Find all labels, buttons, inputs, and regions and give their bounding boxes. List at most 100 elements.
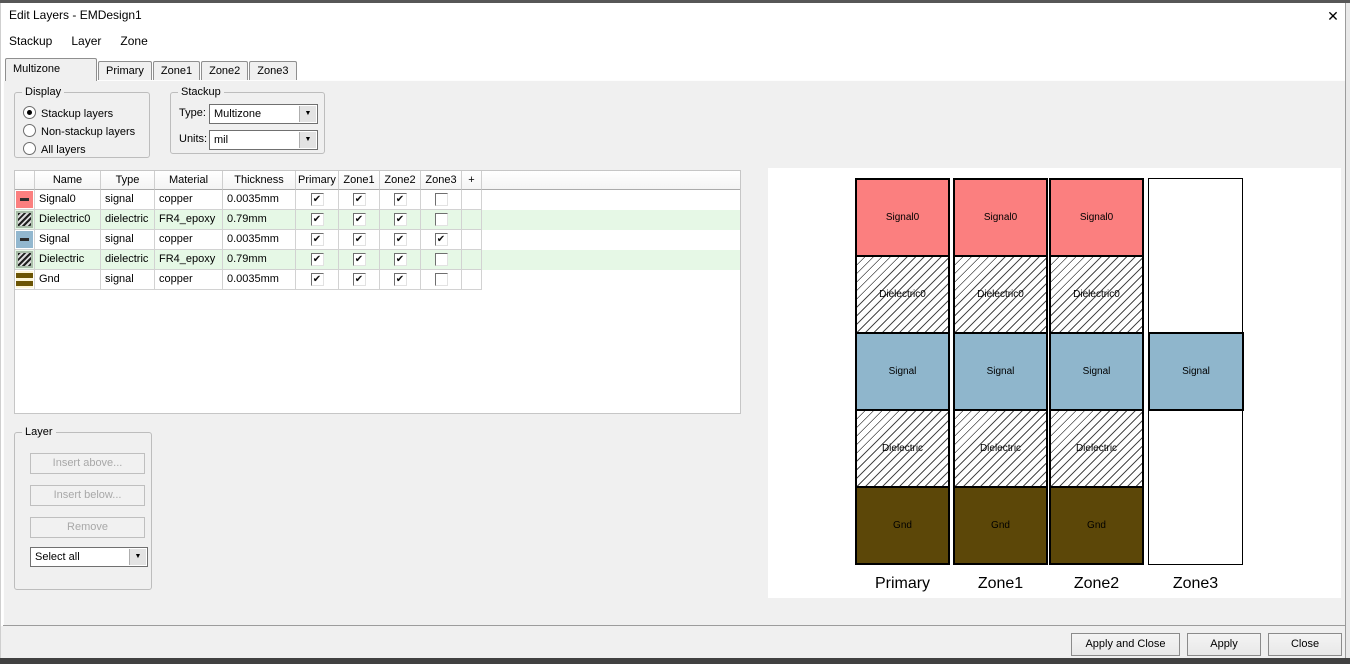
radio-option-non-stackup-layers[interactable]: Non-stackup layers bbox=[23, 124, 135, 138]
insert-below-button[interactable]: Insert below... bbox=[30, 485, 145, 506]
menu-bar: Stackup Layer Zone bbox=[0, 31, 158, 52]
column-header-filler bbox=[482, 171, 740, 190]
layer-block-dielectric: Dielectric bbox=[1049, 409, 1144, 488]
tab-primary[interactable]: Primary bbox=[98, 61, 152, 81]
checkbox-zone1[interactable]: ✔ bbox=[352, 193, 366, 206]
apply-and-close-button[interactable]: Apply and Close bbox=[1071, 633, 1180, 656]
checkbox-primary[interactable]: ✔ bbox=[310, 213, 324, 226]
close-button[interactable]: Close bbox=[1268, 633, 1342, 656]
layer-color-cell[interactable] bbox=[15, 230, 35, 250]
column-header-icon bbox=[15, 171, 35, 190]
checkbox-zone1[interactable]: ✔ bbox=[352, 233, 366, 246]
apply-button[interactable]: Apply bbox=[1187, 633, 1261, 656]
cell-type[interactable]: dielectric bbox=[101, 250, 155, 270]
menu-layer[interactable]: Layer bbox=[62, 31, 111, 51]
checkbox-zone3[interactable] bbox=[434, 193, 448, 206]
layer-block-signal0: Signal0 bbox=[855, 178, 950, 257]
checkbox-primary[interactable]: ✔ bbox=[310, 233, 324, 246]
chevron-down-icon[interactable]: ▼ bbox=[129, 549, 146, 565]
layer-color-cell[interactable] bbox=[15, 190, 35, 210]
gnd-layer-icon bbox=[16, 271, 33, 288]
units-dropdown-value: mil bbox=[214, 134, 229, 146]
table-row: Signal signal copper 0.0035mm ✔ ✔ ✔ ✔ bbox=[15, 230, 740, 250]
checkbox-zone3[interactable] bbox=[434, 253, 448, 266]
radio-icon[interactable] bbox=[23, 142, 36, 155]
cell-name[interactable]: Gnd bbox=[35, 270, 101, 290]
checkbox-zone3[interactable]: ✔ bbox=[434, 233, 448, 246]
close-icon[interactable]: ✕ bbox=[1322, 5, 1344, 27]
tab-zone3[interactable]: Zone3 bbox=[249, 61, 297, 81]
cell-thickness[interactable]: 0.79mm bbox=[223, 250, 296, 270]
checkbox-zone3[interactable] bbox=[434, 213, 448, 226]
display-groupbox: Display Stackup layers Non-stackup layer… bbox=[14, 85, 150, 158]
cell-material[interactable]: FR4_epoxy bbox=[155, 210, 223, 230]
cell-type[interactable]: signal bbox=[101, 230, 155, 250]
stack-column-zone2: Signal0 Dielectric0 Signal Dielectric Gnd bbox=[1049, 178, 1144, 565]
radio-icon[interactable] bbox=[23, 106, 36, 119]
cell-plus bbox=[462, 210, 482, 230]
radio-option-stackup-layers[interactable]: Stackup layers bbox=[23, 106, 113, 120]
checkbox-zone1[interactable]: ✔ bbox=[352, 253, 366, 266]
menu-zone[interactable]: Zone bbox=[111, 31, 157, 51]
table-row: Gnd signal copper 0.0035mm ✔ ✔ ✔ bbox=[15, 270, 740, 290]
insert-above-button[interactable]: Insert above... bbox=[30, 453, 145, 474]
units-dropdown[interactable]: mil ▼ bbox=[209, 130, 318, 150]
cell-name[interactable]: Signal0 bbox=[35, 190, 101, 210]
cell-name[interactable]: Signal bbox=[35, 230, 101, 250]
column-header-material: Material bbox=[155, 171, 223, 190]
stack-column-zone1: Signal0 Dielectric0 Signal Dielectric Gnd bbox=[953, 178, 1048, 565]
checkbox-zone1[interactable]: ✔ bbox=[352, 273, 366, 286]
checkbox-primary[interactable]: ✔ bbox=[310, 253, 324, 266]
tab-zone1[interactable]: Zone1 bbox=[152, 61, 201, 81]
checkbox-zone2[interactable]: ✔ bbox=[393, 273, 407, 286]
cell-thickness[interactable]: 0.0035mm bbox=[223, 270, 296, 290]
checkbox-zone2[interactable]: ✔ bbox=[393, 253, 407, 266]
checkbox-zone2[interactable]: ✔ bbox=[393, 193, 407, 206]
cell-material[interactable]: copper bbox=[155, 230, 223, 250]
chevron-down-icon[interactable]: ▼ bbox=[299, 106, 316, 122]
signal0-layer-icon bbox=[16, 191, 33, 208]
cell-type[interactable]: dielectric bbox=[101, 210, 155, 230]
checkbox-zone2[interactable]: ✔ bbox=[393, 213, 407, 226]
tab-zone2[interactable]: Zone2 bbox=[201, 61, 249, 81]
checkbox-zone1[interactable]: ✔ bbox=[352, 213, 366, 226]
cell-thickness[interactable]: 0.0035mm bbox=[223, 190, 296, 210]
layer-color-cell[interactable] bbox=[15, 250, 35, 270]
radio-option-all-layers[interactable]: All layers bbox=[23, 142, 86, 156]
column-header-blank[interactable]: + bbox=[462, 171, 482, 190]
cell-material[interactable]: copper bbox=[155, 270, 223, 290]
cell-name[interactable]: Dielectric0 bbox=[35, 210, 101, 230]
cell-material[interactable]: FR4_epoxy bbox=[155, 250, 223, 270]
checkbox-primary[interactable]: ✔ bbox=[310, 193, 324, 206]
cell-material[interactable]: copper bbox=[155, 190, 223, 210]
radio-label: All layers bbox=[41, 144, 86, 156]
layer-select-value: Select all bbox=[35, 551, 80, 563]
cell-thickness[interactable]: 0.0035mm bbox=[223, 230, 296, 250]
cell-type[interactable]: signal bbox=[101, 270, 155, 290]
layer-color-cell[interactable] bbox=[15, 270, 35, 290]
table-row: Dielectric dielectric FR4_epoxy 0.79mm ✔ ✔ ✔ bbox=[15, 250, 740, 270]
cell-thickness[interactable]: 0.79mm bbox=[223, 210, 296, 230]
layer-select-dropdown[interactable]: Select all ▼ bbox=[30, 547, 148, 567]
checkbox-zone3[interactable] bbox=[434, 273, 448, 286]
cell-primary: ✔ bbox=[296, 270, 339, 290]
menu-stackup[interactable]: Stackup bbox=[0, 31, 62, 51]
column-header-thickness: Thickness bbox=[223, 171, 296, 190]
tab-multizone[interactable]: Multizone bbox=[5, 58, 97, 81]
remove-button[interactable]: Remove bbox=[30, 517, 145, 538]
checkbox-primary[interactable]: ✔ bbox=[310, 273, 324, 286]
stack-column-zone3: Signal bbox=[1148, 178, 1244, 565]
layers-table: Name Type Material Thickness Primary Zone1 Zon… bbox=[14, 170, 741, 414]
cell-type[interactable]: signal bbox=[101, 190, 155, 210]
cell-name[interactable]: Dielectric bbox=[35, 250, 101, 270]
layer-block-gnd: Gnd bbox=[1049, 486, 1144, 565]
type-dropdown[interactable]: Multizone ▼ bbox=[209, 104, 318, 124]
chevron-down-icon[interactable]: ▼ bbox=[299, 132, 316, 148]
column-header-zone3: Zone3 bbox=[421, 171, 462, 190]
radio-icon[interactable] bbox=[23, 124, 36, 137]
background-window-edge-top bbox=[0, 0, 1350, 3]
table-row: Signal0 signal copper 0.0035mm ✔ ✔ ✔ bbox=[15, 190, 740, 210]
layer-color-cell[interactable] bbox=[15, 210, 35, 230]
checkbox-zone2[interactable]: ✔ bbox=[393, 233, 407, 246]
layer-block-dielectric0: Dielectric0 bbox=[1049, 255, 1144, 334]
